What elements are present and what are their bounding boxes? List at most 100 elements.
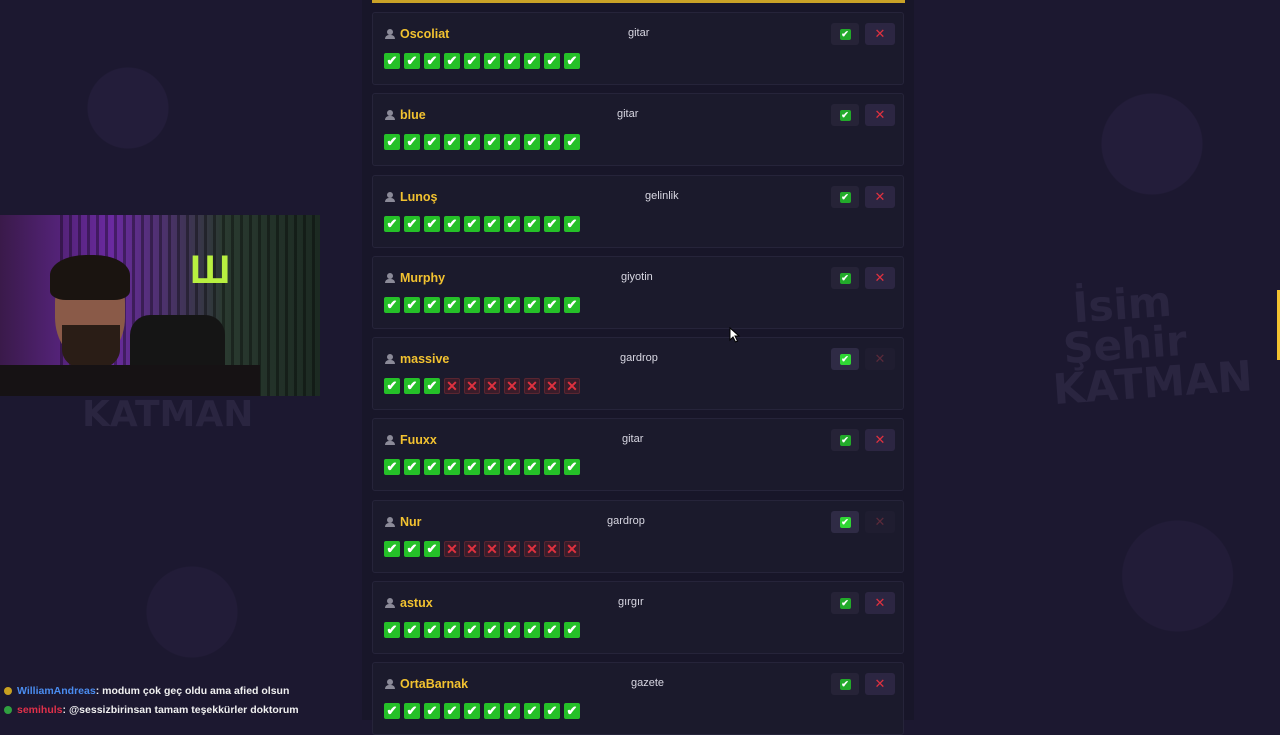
check-icon: ✔ bbox=[424, 378, 440, 394]
check-icon: ✔ bbox=[404, 622, 420, 638]
check-icon: ✔ bbox=[524, 53, 540, 69]
check-icon: ✔ bbox=[444, 622, 460, 638]
accept-button[interactable]: ✔ bbox=[831, 267, 859, 289]
reject-button[interactable]: ✕ bbox=[865, 104, 895, 126]
check-icon: ✔ bbox=[524, 459, 540, 475]
cross-icon: ✕ bbox=[444, 541, 460, 557]
user-icon bbox=[385, 517, 395, 528]
cross-icon: ✕ bbox=[544, 378, 560, 394]
cross-icon: ✕ bbox=[564, 541, 580, 557]
accept-button[interactable]: ✔ bbox=[831, 186, 859, 208]
check-icon: ✔ bbox=[839, 353, 851, 365]
chat-message: WilliamAndreas: modum çok geç oldu ama a… bbox=[4, 685, 289, 697]
reject-button[interactable]: ✕ bbox=[865, 429, 895, 451]
check-icon: ✔ bbox=[564, 703, 580, 719]
check-icon: ✔ bbox=[424, 53, 440, 69]
check-icon: ✔ bbox=[464, 622, 480, 638]
check-icon: ✔ bbox=[424, 216, 440, 232]
user-icon bbox=[385, 273, 395, 284]
player-answer: gelinlik bbox=[645, 190, 679, 202]
player-card: Lunoş gelinlik ✔ ✔ ✔ ✔ ✔ ✔ ✔ ✔ ✔ ✔ ✔ ✕ bbox=[372, 175, 904, 248]
vote-marks: ✔ ✔ ✔ ✕ ✕ ✕ ✕ ✕ ✕ ✕ bbox=[384, 378, 580, 394]
reject-button[interactable]: ✕ bbox=[865, 267, 895, 289]
cross-icon: ✕ bbox=[504, 541, 520, 557]
check-icon: ✔ bbox=[444, 134, 460, 150]
chat-message: semihuls: @sessizbirinsan tamam teşekkür… bbox=[4, 704, 299, 716]
check-icon: ✔ bbox=[839, 516, 851, 528]
check-icon: ✔ bbox=[424, 297, 440, 313]
chat-text: : modum çok geç oldu ama afied olsun bbox=[95, 685, 290, 697]
check-icon: ✔ bbox=[484, 622, 500, 638]
check-icon: ✔ bbox=[444, 297, 460, 313]
player-name: Nur bbox=[400, 515, 422, 529]
check-icon: ✔ bbox=[839, 678, 851, 690]
check-icon: ✔ bbox=[484, 216, 500, 232]
check-icon: ✔ bbox=[444, 703, 460, 719]
check-icon: ✔ bbox=[544, 134, 560, 150]
vote-marks: ✔ ✔ ✔ ✔ ✔ ✔ ✔ ✔ ✔ ✔ bbox=[384, 297, 580, 313]
reject-button[interactable]: ✕ bbox=[865, 673, 895, 695]
check-icon: ✔ bbox=[504, 622, 520, 638]
check-icon: ✔ bbox=[444, 216, 460, 232]
accept-button[interactable]: ✔ bbox=[831, 429, 859, 451]
monster-logo: Ш bbox=[190, 248, 231, 292]
accept-button[interactable]: ✔ bbox=[831, 104, 859, 126]
player-answer: giyotin bbox=[621, 271, 653, 283]
chat-text: : @sessizbirinsan tamam teşekkürler dokt… bbox=[62, 704, 299, 716]
vote-marks: ✔ ✔ ✔ ✔ ✔ ✔ ✔ ✔ ✔ ✔ bbox=[384, 216, 580, 232]
webcam-watermark: KATMAN bbox=[82, 394, 254, 435]
brand-watermark: İsim Şehir KATMAN bbox=[1046, 277, 1254, 414]
check-icon: ✔ bbox=[484, 703, 500, 719]
reject-button[interactable]: ✕ bbox=[865, 592, 895, 614]
user-icon bbox=[385, 679, 395, 690]
chat-username: semihuls bbox=[17, 704, 63, 716]
reject-button[interactable]: ✕ bbox=[865, 186, 895, 208]
check-icon: ✔ bbox=[384, 297, 400, 313]
player-name: blue bbox=[400, 108, 426, 122]
chat-username: WilliamAndreas bbox=[17, 685, 96, 697]
accept-button[interactable]: ✔ bbox=[831, 348, 859, 370]
reject-button[interactable]: ✕ bbox=[865, 348, 895, 370]
player-answer: gazete bbox=[631, 677, 665, 689]
check-icon: ✔ bbox=[444, 53, 460, 69]
cross-icon: ✕ bbox=[464, 541, 480, 557]
check-icon: ✔ bbox=[384, 703, 400, 719]
check-icon: ✔ bbox=[384, 459, 400, 475]
check-icon: ✔ bbox=[524, 134, 540, 150]
vote-marks: ✔ ✔ ✔ ✕ ✕ ✕ ✕ ✕ ✕ ✕ bbox=[384, 541, 580, 557]
check-icon: ✔ bbox=[544, 703, 560, 719]
check-icon: ✔ bbox=[564, 216, 580, 232]
user-icon bbox=[385, 29, 395, 40]
player-card: Oscoliat gitar ✔ ✔ ✔ ✔ ✔ ✔ ✔ ✔ ✔ ✔ ✔ ✕ bbox=[372, 12, 904, 85]
accept-button[interactable]: ✔ bbox=[831, 592, 859, 614]
accept-button[interactable]: ✔ bbox=[831, 673, 859, 695]
reject-button[interactable]: ✕ bbox=[865, 23, 895, 45]
vote-marks: ✔ ✔ ✔ ✔ ✔ ✔ ✔ ✔ ✔ ✔ bbox=[384, 459, 580, 475]
check-icon: ✔ bbox=[504, 703, 520, 719]
check-icon: ✔ bbox=[424, 459, 440, 475]
check-icon: ✔ bbox=[424, 541, 440, 557]
check-icon: ✔ bbox=[524, 622, 540, 638]
check-icon: ✔ bbox=[524, 297, 540, 313]
check-icon: ✔ bbox=[524, 216, 540, 232]
check-icon: ✔ bbox=[424, 703, 440, 719]
accept-button[interactable]: ✔ bbox=[831, 23, 859, 45]
check-icon: ✔ bbox=[384, 378, 400, 394]
player-card: Fuuxx gitar ✔ ✔ ✔ ✔ ✔ ✔ ✔ ✔ ✔ ✔ ✔ ✕ bbox=[372, 418, 904, 491]
player-card: OrtaBarnak gazete ✔ ✔ ✔ ✔ ✔ ✔ ✔ ✔ ✔ ✔ ✔ ✕ bbox=[372, 662, 904, 735]
reject-button[interactable]: ✕ bbox=[865, 511, 895, 533]
check-icon: ✔ bbox=[484, 459, 500, 475]
user-icon bbox=[385, 435, 395, 446]
player-answer: gitar bbox=[617, 108, 639, 120]
player-answer: gardrop bbox=[620, 352, 658, 364]
check-icon: ✔ bbox=[524, 703, 540, 719]
check-icon: ✔ bbox=[839, 597, 851, 609]
streamer-beard bbox=[62, 325, 120, 370]
check-icon: ✔ bbox=[384, 622, 400, 638]
chat-badge-icon bbox=[4, 687, 12, 696]
check-icon: ✔ bbox=[839, 109, 851, 121]
accept-button[interactable]: ✔ bbox=[831, 511, 859, 533]
check-icon: ✔ bbox=[564, 53, 580, 69]
check-icon: ✔ bbox=[464, 53, 480, 69]
check-icon: ✔ bbox=[424, 622, 440, 638]
